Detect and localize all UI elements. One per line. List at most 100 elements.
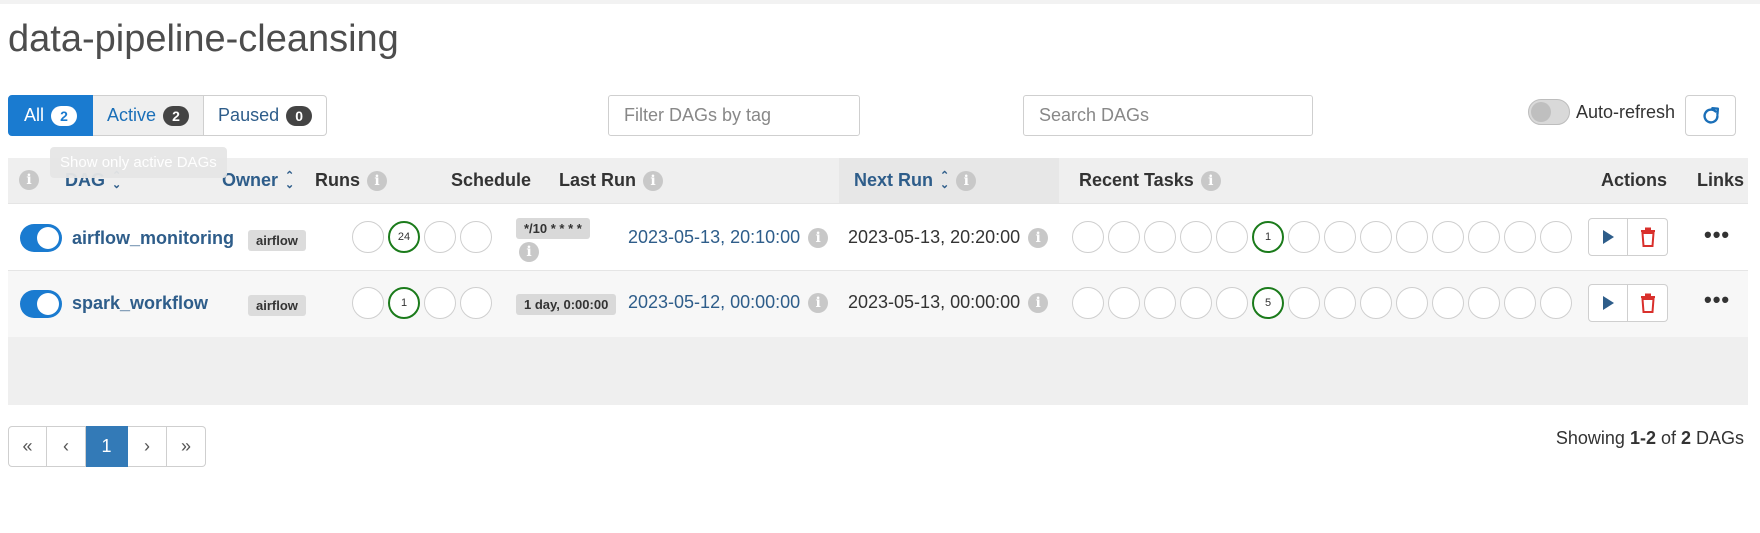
next-run: 2023-05-13, 20:20:00 i — [848, 227, 1049, 248]
last-run: 2023-05-12, 00:00:00 i — [628, 292, 829, 313]
delete-dag-button[interactable] — [1628, 284, 1668, 322]
task-status-circle[interactable] — [1324, 221, 1356, 253]
links-menu-icon[interactable]: ••• — [1704, 222, 1730, 248]
task-status-circle[interactable] — [1288, 221, 1320, 253]
refresh-icon — [1702, 106, 1719, 124]
trash-icon — [1640, 227, 1655, 247]
run-status-circle[interactable] — [352, 287, 384, 319]
run-status-circle[interactable] — [460, 287, 492, 319]
table-row: airflow_monitoring airflow 24 */10 * * *… — [8, 203, 1748, 270]
task-status-circle[interactable] — [1540, 221, 1572, 253]
info-icon[interactable]: i — [808, 292, 829, 313]
schedule-tag: 1 day, 0:00:00 — [516, 294, 617, 315]
info-icon[interactable]: i — [643, 170, 664, 191]
page-1-button[interactable]: 1 — [86, 426, 128, 467]
search-input[interactable] — [1023, 95, 1313, 136]
run-status-circle[interactable] — [460, 221, 492, 253]
schedule-header-label: Schedule — [451, 170, 532, 190]
auto-refresh-toggle[interactable] — [1528, 99, 1570, 125]
task-status-circle[interactable] — [1216, 287, 1248, 319]
task-status-circle[interactable] — [1324, 287, 1356, 319]
task-status-circle[interactable] — [1468, 221, 1500, 253]
filter-active-label: Active — [107, 105, 157, 125]
showing-of: of — [1660, 428, 1676, 448]
info-icon[interactable]: i — [1200, 170, 1221, 191]
filter-paused-button[interactable]: Paused 0 — [204, 95, 328, 136]
task-status-circle[interactable] — [1504, 221, 1536, 253]
filter-active-button[interactable]: Active 2 — [93, 95, 205, 136]
task-status-circle[interactable] — [1180, 221, 1212, 253]
filter-paused-label: Paused — [218, 105, 280, 125]
run-status-circle[interactable]: 1 — [388, 287, 420, 319]
filter-all-button[interactable]: All 2 — [8, 95, 94, 136]
task-status-circle[interactable] — [1504, 287, 1536, 319]
trigger-dag-button[interactable] — [1588, 218, 1628, 256]
info-icon[interactable]: i — [519, 242, 539, 262]
last-page-button[interactable]: » — [167, 426, 206, 467]
last-run-header-label: Last Run — [559, 170, 637, 190]
owner-tag[interactable]: airflow — [248, 230, 306, 251]
task-status-circle[interactable]: 5 — [1252, 287, 1284, 319]
task-status-circle[interactable] — [1396, 221, 1428, 253]
next-run-column-header[interactable]: Next Run ⌃ ⌄ i — [854, 170, 977, 191]
refresh-button[interactable] — [1685, 95, 1736, 136]
links-header-label: Links — [1697, 170, 1745, 190]
task-status-circle[interactable] — [1432, 287, 1464, 319]
owner-column-header[interactable]: Owner ⌃ ⌄ — [222, 170, 294, 191]
task-status-circle[interactable] — [1072, 221, 1104, 253]
play-icon — [1603, 296, 1614, 310]
auto-refresh-label: Auto-refresh — [1576, 101, 1676, 122]
info-icon[interactable]: i — [956, 170, 977, 191]
showing-prefix: Showing — [1555, 428, 1625, 448]
task-status-circle[interactable] — [1396, 287, 1428, 319]
run-status-circle[interactable]: 24 — [388, 221, 420, 253]
run-status-circle[interactable] — [352, 221, 384, 253]
task-status-circle[interactable]: 1 — [1252, 221, 1284, 253]
run-status-circle[interactable] — [424, 221, 456, 253]
last-run-link[interactable]: 2023-05-12, 00:00:00 — [628, 292, 800, 313]
dag-name-link[interactable]: airflow_monitoring — [72, 228, 234, 249]
task-status-circle[interactable] — [1468, 287, 1500, 319]
info-icon[interactable]: i — [1028, 227, 1049, 248]
actions-header-label: Actions — [1601, 170, 1668, 190]
runs-circles: 24 — [352, 221, 492, 253]
filter-active-count: 2 — [163, 105, 190, 126]
next-page-button[interactable]: › — [128, 426, 167, 467]
run-status-circle[interactable] — [424, 287, 456, 319]
info-icon[interactable]: i — [808, 227, 829, 248]
task-status-circle[interactable] — [1108, 221, 1140, 253]
owner-header-label: Owner — [222, 170, 279, 190]
dag-name-link[interactable]: spark_workflow — [72, 293, 208, 314]
task-status-circle[interactable] — [1144, 287, 1176, 319]
task-status-circle[interactable] — [1180, 287, 1212, 319]
last-run-link[interactable]: 2023-05-13, 20:10:00 — [628, 227, 800, 248]
showing-range: 1-2 — [1629, 428, 1656, 448]
info-icon[interactable]: i — [19, 170, 39, 190]
dag-pause-toggle[interactable] — [20, 290, 62, 318]
last-run-column-header: Last Run i — [559, 170, 664, 191]
row-actions — [1588, 218, 1668, 256]
task-status-circle[interactable] — [1108, 287, 1140, 319]
task-status-circle[interactable] — [1360, 287, 1392, 319]
task-status-circle[interactable] — [1540, 287, 1572, 319]
info-icon[interactable]: i — [1028, 292, 1049, 313]
task-status-circle[interactable] — [1432, 221, 1464, 253]
task-status-circle[interactable] — [1216, 221, 1248, 253]
active-filter-tooltip: Show only active DAGs — [50, 147, 227, 178]
first-page-button[interactable]: « — [8, 426, 47, 467]
dag-pause-toggle[interactable] — [20, 224, 62, 252]
info-icon[interactable]: i — [367, 170, 387, 191]
task-status-circle[interactable] — [1072, 287, 1104, 319]
task-status-circle[interactable] — [1288, 287, 1320, 319]
tag-filter-input[interactable] — [608, 95, 860, 136]
delete-dag-button[interactable] — [1628, 218, 1668, 256]
prev-page-button[interactable]: ‹ — [47, 426, 86, 467]
owner-tag[interactable]: airflow — [248, 295, 306, 316]
recent-tasks-header-label: Recent Tasks — [1079, 170, 1194, 190]
trigger-dag-button[interactable] — [1588, 284, 1628, 322]
links-menu-icon[interactable]: ••• — [1704, 287, 1730, 313]
task-status-circle[interactable] — [1360, 221, 1392, 253]
schedule-tag: */10 * * * * — [516, 218, 590, 239]
next-run: 2023-05-13, 00:00:00 i — [848, 292, 1049, 313]
task-status-circle[interactable] — [1144, 221, 1176, 253]
